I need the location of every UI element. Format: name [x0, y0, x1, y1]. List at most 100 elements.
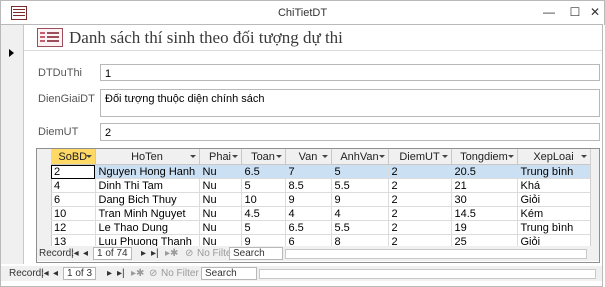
row-selector-column[interactable] [37, 149, 52, 246]
cell-hoten[interactable]: Le Thao Dung [95, 220, 200, 235]
next-record-icon[interactable]: ▸ [141, 247, 146, 260]
column-header-phai[interactable]: Phai [199, 149, 242, 165]
close-button[interactable]: ✕ [581, 1, 605, 23]
cell-toan[interactable]: 5 [241, 178, 286, 193]
cell-anhvan[interactable]: 5.5 [331, 178, 389, 193]
cell-tongdiem[interactable]: 14.5 [451, 206, 518, 221]
chevron-down-icon[interactable] [378, 155, 385, 158]
students-datasheet: SoBD HoTen Phai Toan Van AnhVan DiemUT T… [51, 149, 591, 249]
record-selector[interactable] [1, 25, 24, 264]
chevron-down-icon[interactable] [231, 155, 238, 158]
window-title-bar: ChiTietDT — ☐ ✕ [0, 0, 605, 25]
cell-anhvan[interactable]: 9 [331, 192, 389, 207]
column-header-tongdiem[interactable]: Tongdiem [451, 149, 518, 165]
cell-diemut[interactable]: 2 [388, 164, 452, 179]
column-header-label: Toan [251, 150, 275, 163]
cell-diemut[interactable]: 2 [388, 192, 452, 207]
cell-sobd[interactable]: 2 [51, 164, 96, 179]
column-header-toan[interactable]: Toan [241, 149, 286, 165]
record-position-field[interactable]: 1 of 74 [93, 247, 132, 260]
column-header-xeploai[interactable]: XepLoai [517, 149, 591, 165]
cell-anhvan[interactable]: 5.5 [331, 220, 389, 235]
previous-record-icon[interactable]: ◂ [53, 267, 58, 280]
subform-search-input[interactable]: Search [229, 247, 283, 260]
cell-diemut[interactable]: 2 [388, 206, 452, 221]
cell-toan[interactable]: 10 [241, 192, 286, 207]
chevron-down-icon[interactable] [580, 155, 587, 158]
cell-sobd[interactable]: 6 [51, 192, 96, 207]
table-row[interactable]: 4 Dinh Thi Tam Nu 5 8.5 5.5 2 21 Khá [51, 178, 591, 193]
cell-xeploai[interactable]: Giỏi [517, 192, 591, 207]
chevron-down-icon[interactable] [441, 155, 448, 158]
cell-sobd[interactable]: 4 [51, 178, 96, 193]
cell-toan[interactable]: 5 [241, 220, 286, 235]
cell-diemut[interactable]: 2 [388, 178, 452, 193]
main-search-input[interactable]: Search [201, 267, 257, 280]
column-header-sobd[interactable]: SoBD [51, 149, 96, 165]
cell-hoten[interactable]: Dinh Thi Tam [95, 178, 200, 193]
chevron-down-icon[interactable] [507, 155, 514, 158]
no-filter-icon[interactable]: ⊘ [149, 267, 157, 280]
cell-phai[interactable]: Nu [199, 178, 242, 193]
cell-van[interactable]: 6.5 [285, 220, 332, 235]
datasheet-header-row: SoBD HoTen Phai Toan Van AnhVan DiemUT T… [51, 149, 591, 165]
table-row[interactable]: 10 Tran Minh Nguyet Nu 4.5 4 4 2 14.5 Ké… [51, 206, 591, 221]
table-row[interactable]: 12 Le Thao Dung Nu 5 6.5 5.5 2 19 Trung … [51, 220, 591, 235]
minimize-button[interactable]: — [535, 1, 563, 23]
chevron-down-icon[interactable] [321, 155, 328, 158]
new-record-icon[interactable]: ▸✱ [165, 247, 178, 260]
cell-xeploai[interactable]: Trung bình [517, 220, 591, 235]
cell-tongdiem[interactable]: 20.5 [451, 164, 518, 179]
filter-status[interactable]: No Filter [161, 267, 199, 280]
dtduthi-field[interactable]: 1 [100, 64, 600, 81]
cell-xeploai[interactable]: Kém [517, 206, 591, 221]
record-position-field[interactable]: 1 of 3 [63, 267, 97, 280]
last-record-icon[interactable]: ▸| [151, 247, 159, 260]
first-record-icon[interactable]: |◂ [41, 267, 49, 280]
cell-van[interactable]: 8.5 [285, 178, 332, 193]
chevron-down-icon[interactable] [189, 155, 196, 158]
no-filter-icon[interactable]: ⊘ [185, 247, 193, 260]
chevron-down-icon[interactable] [85, 155, 92, 158]
cell-toan[interactable]: 6.5 [241, 164, 286, 179]
cell-van[interactable]: 4 [285, 206, 332, 221]
horizontal-scrollbar[interactable] [285, 249, 587, 259]
vertical-scrollbar[interactable] [590, 149, 599, 246]
diengiaidt-field[interactable]: Đối tượng thuộc diện chính sách [100, 89, 600, 117]
cell-van[interactable]: 9 [285, 192, 332, 207]
cell-phai[interactable]: Nu [199, 192, 242, 207]
cell-tongdiem[interactable]: 19 [451, 220, 518, 235]
cell-van[interactable]: 7 [285, 164, 332, 179]
cell-hoten[interactable]: Nguyen Hong Hanh [95, 164, 200, 179]
cell-xeploai[interactable]: Khá [517, 178, 591, 193]
cell-tongdiem[interactable]: 21 [451, 178, 518, 193]
cell-xeploai[interactable]: Trung bình [517, 164, 591, 179]
table-row[interactable]: 6 Dang Bich Thuy Nu 10 9 9 2 30 Giỏi [51, 192, 591, 207]
cell-hoten[interactable]: Dang Bich Thuy [95, 192, 200, 207]
last-record-icon[interactable]: ▸| [117, 267, 125, 280]
first-record-icon[interactable]: |◂ [71, 247, 79, 260]
column-header-label: HoTen [131, 150, 163, 163]
previous-record-icon[interactable]: ◂ [83, 247, 88, 260]
cell-anhvan[interactable]: 5 [331, 164, 389, 179]
cell-phai[interactable]: Nu [199, 206, 242, 221]
cell-sobd[interactable]: 12 [51, 220, 96, 235]
cell-anhvan[interactable]: 4 [331, 206, 389, 221]
new-record-icon[interactable]: ▸✱ [131, 267, 144, 280]
cell-phai[interactable]: Nu [199, 220, 242, 235]
chevron-down-icon[interactable] [275, 155, 282, 158]
cell-phai[interactable]: Nu [199, 164, 242, 179]
cell-toan[interactable]: 4.5 [241, 206, 286, 221]
horizontal-scrollbar[interactable] [259, 269, 596, 279]
column-header-hoten[interactable]: HoTen [95, 149, 200, 165]
cell-hoten[interactable]: Tran Minh Nguyet [95, 206, 200, 221]
cell-sobd[interactable]: 10 [51, 206, 96, 221]
table-row[interactable]: 2 Nguyen Hong Hanh Nu 6.5 7 5 2 20.5 Tru… [51, 164, 591, 179]
cell-diemut[interactable]: 2 [388, 220, 452, 235]
column-header-van[interactable]: Van [285, 149, 332, 165]
next-record-icon[interactable]: ▸ [107, 267, 112, 280]
cell-tongdiem[interactable]: 30 [451, 192, 518, 207]
column-header-anhvan[interactable]: AnhVan [331, 149, 389, 165]
diemut-field[interactable]: 2 [100, 123, 600, 141]
column-header-diemut[interactable]: DiemUT [388, 149, 452, 165]
